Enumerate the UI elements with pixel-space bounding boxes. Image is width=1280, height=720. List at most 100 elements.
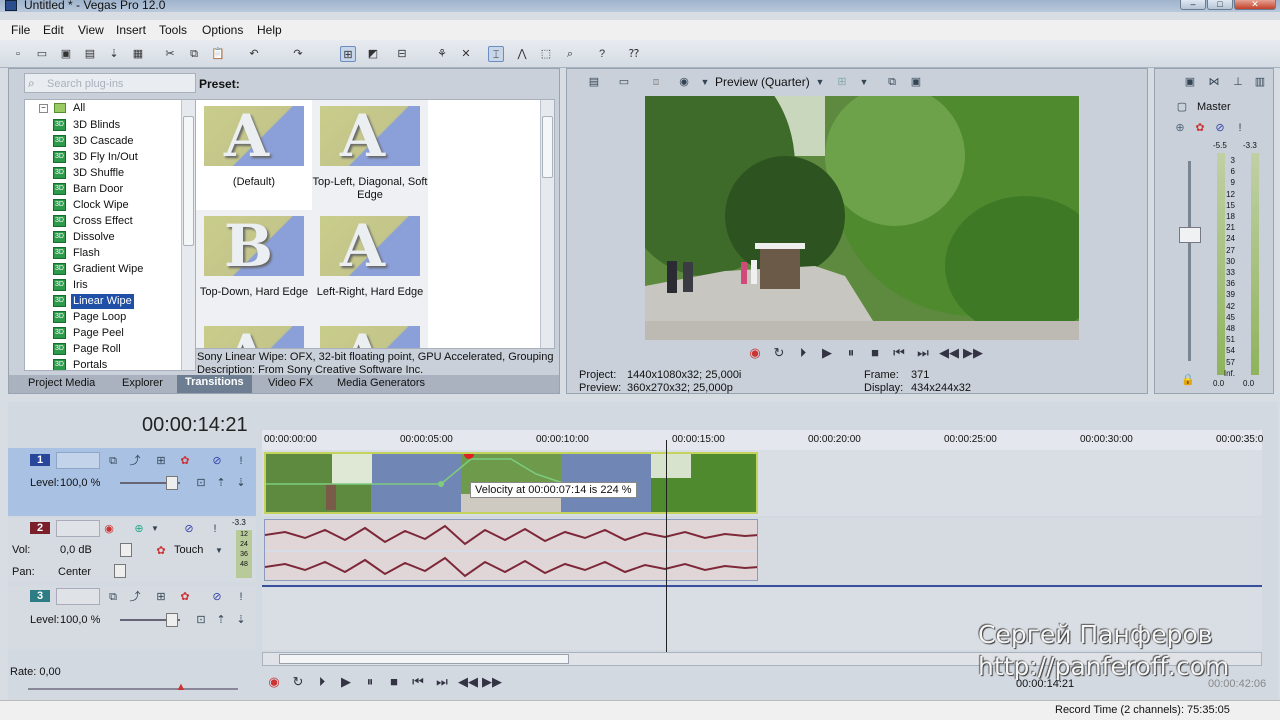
preset-tile[interactable]: B Top-Down, Hard Edge: [196, 210, 312, 320]
mute-icon[interactable]: ⊘: [210, 454, 224, 468]
tab-transitions[interactable]: Transitions: [177, 375, 252, 393]
solo-icon[interactable]: !: [1233, 121, 1247, 135]
split-screen-icon[interactable]: ⧈: [649, 75, 663, 89]
tab-project-media[interactable]: Project Media: [28, 377, 95, 389]
chevron-down-icon[interactable]: ▼: [857, 75, 871, 89]
compositing-icon[interactable]: ⧉: [106, 454, 120, 468]
loop-icon[interactable]: ↻: [290, 674, 306, 690]
tree-item[interactable]: 3D Cross Effect: [53, 214, 135, 229]
chevron-down-icon[interactable]: ▼: [212, 544, 226, 558]
chevron-down-icon[interactable]: ▼: [148, 522, 162, 536]
external-monitor-icon[interactable]: ▭: [617, 75, 631, 89]
copy-snapshot-icon[interactable]: ⧉: [885, 75, 899, 89]
master-fader[interactable]: [1179, 227, 1201, 243]
track-header-audio-2[interactable]: 2 ◉ ⊕ ▼ ⊘ ! -3.3 12 24 36 48 Vol: 0,0 dB…: [8, 518, 256, 582]
lock-faders-icon[interactable]: ▥: [1253, 75, 1267, 89]
track-motion-icon[interactable]: ✿: [178, 454, 192, 468]
menu-options[interactable]: Options: [202, 23, 243, 37]
tree-item[interactable]: 3D 3D Cascade: [53, 134, 136, 149]
pause-icon[interactable]: ⏸: [362, 674, 378, 690]
rate-slider-thumb[interactable]: ▲: [174, 680, 188, 694]
tree-item[interactable]: 3D 3D Blinds: [53, 118, 122, 133]
save-icon[interactable]: ▣: [58, 46, 74, 62]
undo-icon[interactable]: ↶: [246, 46, 262, 62]
scroll-thumb[interactable]: [279, 654, 569, 664]
tree-item[interactable]: 3D Portals: [53, 358, 109, 370]
go-to-start-icon[interactable]: ⏮: [410, 674, 426, 690]
track-header-video-3[interactable]: 3 ⧉ ⤴ ⊞ ✿ ⊘ ! Level: 100,0 % ⊡ ⇡ ⇣: [8, 586, 256, 650]
tab-explorer[interactable]: Explorer: [122, 377, 163, 389]
expand-icon[interactable]: ⇣: [234, 613, 248, 627]
loop-icon[interactable]: ↻: [771, 345, 787, 361]
dim-output-icon[interactable]: ⊥: [1231, 75, 1245, 89]
minimize-button[interactable]: –: [1180, 0, 1206, 10]
make-compositing-child-icon[interactable]: ⤴: [128, 590, 142, 604]
snapping-icon[interactable]: ⊞: [340, 46, 356, 62]
level-slider-thumb[interactable]: [166, 613, 178, 627]
whats-this-icon[interactable]: ⁇: [626, 46, 642, 62]
track-fx-icon[interactable]: ⊞: [154, 590, 168, 604]
level-slider-thumb[interactable]: [166, 476, 178, 490]
envelope-tool-icon[interactable]: ⋀: [514, 46, 530, 62]
make-compositing-child-icon[interactable]: ⤴: [128, 454, 142, 468]
ignore-grouping-icon[interactable]: ⚘: [434, 46, 450, 62]
collapse-icon[interactable]: −: [39, 104, 48, 113]
redo-icon[interactable]: ↷: [290, 46, 306, 62]
open-icon[interactable]: ▭: [34, 46, 50, 62]
preset-tile[interactable]: A: [196, 320, 312, 348]
tab-media-generators[interactable]: Media Generators: [337, 377, 425, 389]
tree-item[interactable]: 3D Gradient Wipe: [53, 262, 145, 277]
lock-envelopes-icon[interactable]: ⊟: [394, 46, 410, 62]
mute-icon[interactable]: ⊘: [210, 590, 224, 604]
record-icon[interactable]: ◉: [266, 674, 282, 690]
play-from-start-icon[interactable]: ⏵: [795, 345, 811, 361]
previous-frame-icon[interactable]: ◀◀: [939, 345, 959, 361]
next-frame-icon[interactable]: ▶▶: [963, 345, 983, 361]
tree-item[interactable]: 3D 3D Shuffle: [53, 166, 126, 181]
arm-record-icon[interactable]: ◉: [102, 522, 116, 536]
render-icon[interactable]: ⇣: [106, 46, 122, 62]
audio-clip[interactable]: [264, 519, 758, 581]
master-fx-icon[interactable]: ✿: [1193, 121, 1207, 135]
insert-effects-icon[interactable]: ▣: [1183, 75, 1197, 89]
chevron-down-icon[interactable]: ▼: [698, 75, 712, 89]
mute-icon[interactable]: ⊘: [1213, 121, 1227, 135]
new-icon[interactable]: ▫: [10, 46, 26, 62]
track-header-video-1[interactable]: 1 ⧉ ⤴ ⊞ ✿ ⊘ ! Level: 100,0 % ⊡ ⇡ ⇣: [8, 448, 256, 516]
pan-slider-thumb[interactable]: [114, 564, 126, 578]
solo-icon[interactable]: !: [234, 454, 248, 468]
grid-icon[interactable]: ⊞: [835, 75, 849, 89]
tree-item[interactable]: 3D Linear Wipe: [53, 294, 134, 309]
solo-icon[interactable]: !: [234, 590, 248, 604]
tree-item[interactable]: 3D Page Roll: [53, 342, 123, 357]
tree-item[interactable]: 3D Dissolve: [53, 230, 117, 245]
automation-mode[interactable]: Touch: [174, 544, 203, 556]
preset-scrollbar[interactable]: [540, 100, 554, 348]
properties-icon[interactable]: ▤: [587, 75, 601, 89]
tree-item[interactable]: 3D Page Loop: [53, 310, 128, 325]
track-fx-icon[interactable]: ⊞: [154, 454, 168, 468]
preview-quality-select[interactable]: Preview (Quarter): [715, 75, 810, 89]
solo-icon[interactable]: !: [208, 522, 222, 536]
normal-edit-tool-icon[interactable]: ⌶: [488, 46, 504, 62]
track-motion-icon[interactable]: ✿: [178, 590, 192, 604]
help-icon[interactable]: ?: [594, 46, 610, 62]
fx-chain-icon[interactable]: ⊕: [1173, 121, 1187, 135]
go-to-end-icon[interactable]: ⏭: [915, 345, 931, 361]
tree-item[interactable]: 3D 3D Fly In/Out: [53, 150, 140, 165]
cut-icon[interactable]: ✂: [162, 46, 178, 62]
menu-edit[interactable]: Edit: [43, 23, 64, 37]
record-icon[interactable]: ◉: [747, 345, 763, 361]
rate-slider[interactable]: [28, 688, 238, 690]
preset-tile[interactable]: A Left-Right, Hard Edge: [312, 210, 428, 320]
tree-item[interactable]: 3D Barn Door: [53, 182, 125, 197]
paste-icon[interactable]: 📋: [210, 46, 226, 62]
vol-slider-thumb[interactable]: [120, 543, 132, 557]
go-to-start-icon[interactable]: ⏮: [891, 345, 907, 361]
preset-tile[interactable]: A: [312, 320, 428, 348]
go-to-end-icon[interactable]: ⏭: [434, 674, 450, 690]
menu-help[interactable]: Help: [257, 23, 282, 37]
pause-icon[interactable]: ⏸: [843, 345, 859, 361]
auto-ripple-icon[interactable]: ◩: [365, 46, 381, 62]
preset-tile[interactable]: A Top-Left, Diagonal, Soft Edge: [312, 100, 428, 210]
